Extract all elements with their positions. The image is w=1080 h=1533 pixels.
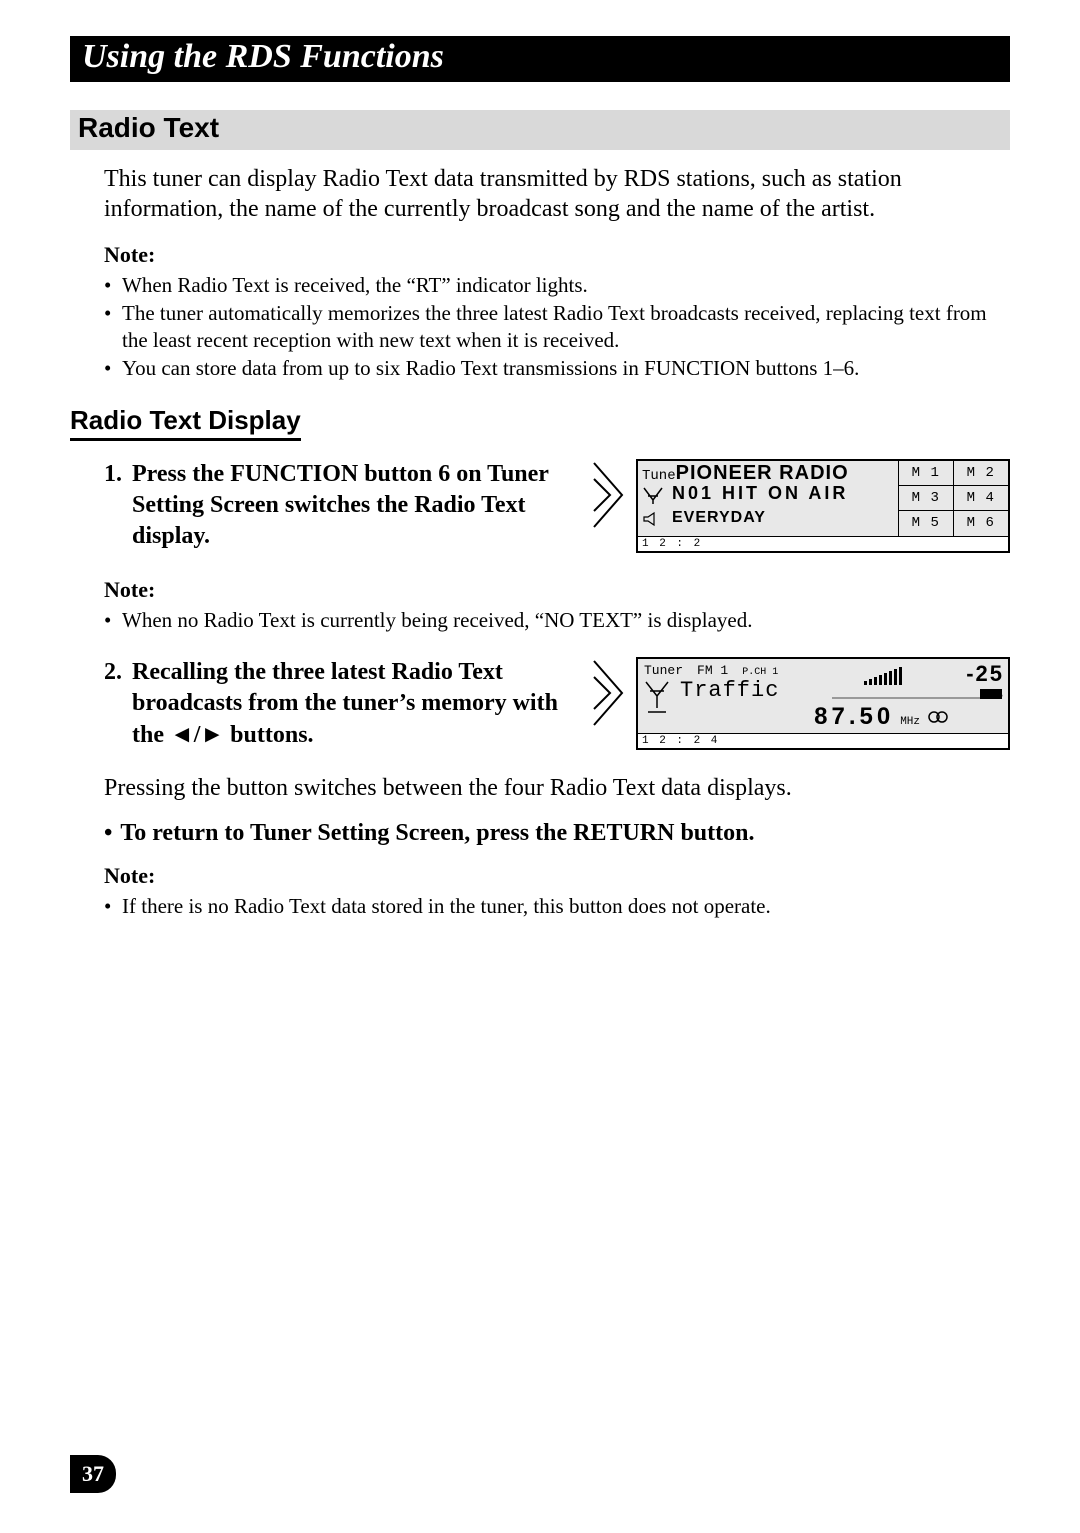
pointer-icon <box>590 657 626 729</box>
chapter-title: Using the RDS Functions <box>70 36 1010 82</box>
lcd1-line3: EVERYDAY <box>672 509 766 526</box>
return-bullet-text: To return to Tuner Setting Screen, press… <box>120 820 754 847</box>
note-1-item: When Radio Text is received, the “RT” in… <box>122 272 588 298</box>
lcd2-frequency: 87.50 <box>814 703 894 730</box>
lcd2-time: 1 2 : 2 4 <box>638 733 1008 748</box>
lcd1-line1: PIONEER RADIO <box>676 462 849 484</box>
note-1-item: The tuner automatically memorizes the th… <box>122 300 1010 353</box>
step-1-text: Press the FUNCTION button 6 on Tuner Set… <box>132 459 566 553</box>
lcd2-tuner-label: Tuner <box>644 663 683 678</box>
signal-bars-icon <box>864 667 950 685</box>
step-1-number: 1. <box>104 459 122 553</box>
lcd1-preset: M 5 <box>899 511 954 536</box>
note-3-list: •If there is no Radio Text data stored i… <box>104 893 1010 919</box>
note-2-list: •When no Radio Text is currently being r… <box>104 607 1010 633</box>
lcd-display-1: TunePIONEER RADIO N01 HIT ON AIR <box>636 459 1010 553</box>
lcd2-db-value: -25 <box>966 661 1004 687</box>
antenna-icon <box>642 486 664 509</box>
note-2-item: When no Radio Text is currently being re… <box>122 607 753 633</box>
note-label-2: Note: <box>104 577 1010 603</box>
lcd1-tune-label: Tune <box>642 468 676 484</box>
lcd1-preset: M 2 <box>954 461 1009 486</box>
note-label-1: Note: <box>104 242 1010 268</box>
paragraph-after-step2: Pressing the button switches between the… <box>104 775 1010 802</box>
lcd1-preset: M 1 <box>899 461 954 486</box>
lcd2-mhz: MHz <box>900 716 920 728</box>
volume-bar-icon <box>832 687 1002 701</box>
section-title: Radio Text <box>70 110 1010 150</box>
speaker-icon <box>642 511 664 532</box>
note-1-list: •When Radio Text is received, the “RT” i… <box>104 272 1010 381</box>
lcd2-band: FM 1 <box>697 663 728 678</box>
intro-paragraph: This tuner can display Radio Text data t… <box>104 164 1010 224</box>
stereo-icon <box>928 710 948 729</box>
page-number: 37 <box>70 1455 116 1493</box>
step-1-row: 1. Press the FUNCTION button 6 on Tuner … <box>104 459 1010 553</box>
lcd1-preset: M 3 <box>899 486 954 511</box>
antenna-icon <box>644 680 670 719</box>
lcd2-pch: P.CH 1 <box>742 667 778 678</box>
lcd-display-2: -25 dB Tuner FM 1 P.CH 1 Traffic <box>636 657 1010 750</box>
lcd1-preset-grid: M 1 M 2 M 3 M 4 M 5 M 6 <box>898 461 1008 536</box>
pointer-icon <box>590 459 626 531</box>
subsection-title: Radio Text Display <box>70 405 301 441</box>
lcd1-preset: M 6 <box>954 511 1009 536</box>
step-2-number: 2. <box>104 657 122 751</box>
lcd1-preset: M 4 <box>954 486 1009 511</box>
return-bullet: •To return to Tuner Setting Screen, pres… <box>104 820 1010 847</box>
note-label-3: Note: <box>104 863 1010 889</box>
note-1-item: You can store data from up to six Radio … <box>122 355 859 381</box>
lcd1-time: 1 2 : 2 <box>638 536 1008 551</box>
step-2-row: 2. Recalling the three latest Radio Text… <box>104 657 1010 751</box>
note-3-item: If there is no Radio Text data stored in… <box>122 893 771 919</box>
step-2-text: Recalling the three latest Radio Text br… <box>132 657 566 751</box>
lcd1-line2: N01 HIT ON AIR <box>672 483 848 503</box>
